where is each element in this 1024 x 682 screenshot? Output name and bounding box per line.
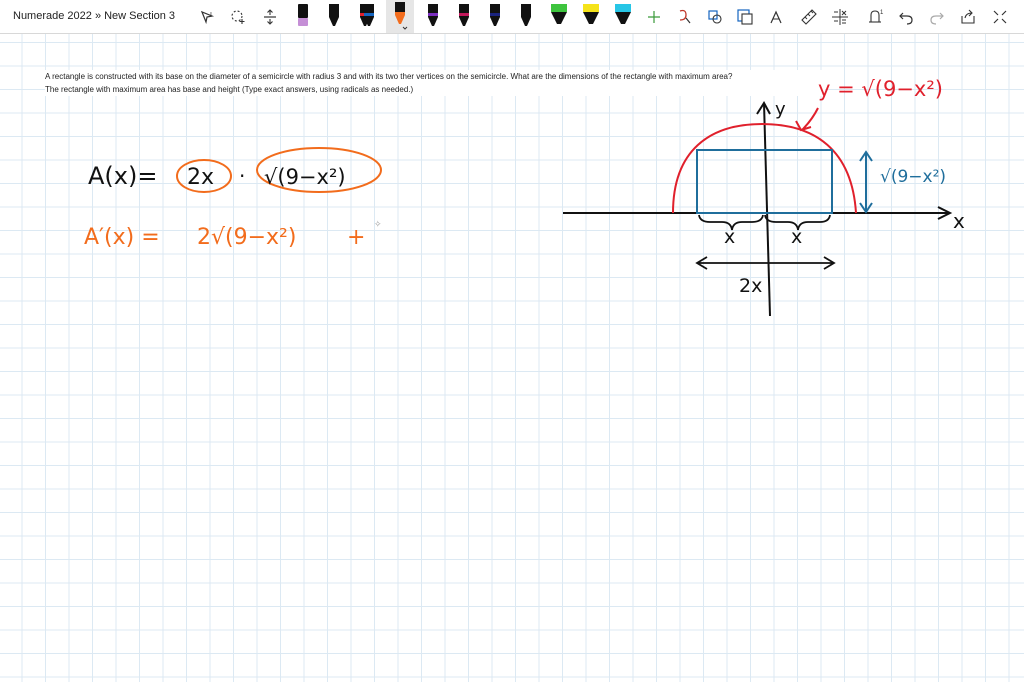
x-axis-label: x — [953, 209, 965, 233]
area-factor-2: √(9−x²) — [264, 165, 346, 189]
area-lhs: A(x)= — [88, 162, 157, 190]
height-arrow — [859, 150, 873, 214]
cursor-mark: ✧ — [374, 220, 382, 230]
deriv-lhs: A′(x) = — [84, 225, 160, 250]
base-label: 2x — [739, 275, 762, 297]
curve-arrow — [795, 107, 819, 132]
y-axis-label: y — [775, 99, 786, 120]
area-factor-1: 2x — [187, 165, 214, 190]
y-axis — [763, 102, 771, 317]
curve-label: y = √(9−x²) — [818, 77, 943, 101]
base-arrow — [695, 256, 836, 270]
half-base-right: x — [791, 226, 802, 248]
ink-layer: A(x)= 2x · √(9−x²) A′(x) = 2√(9−x²) + ✧ … — [84, 77, 965, 317]
height-label: √(9−x²) — [880, 167, 946, 187]
deriv-rhs: 2√(9−x²) — [197, 225, 296, 250]
inscribed-rectangle — [696, 149, 833, 214]
half-base-left: x — [724, 226, 735, 248]
deriv-plus: + — [347, 225, 365, 250]
area-dot: · — [239, 164, 245, 188]
